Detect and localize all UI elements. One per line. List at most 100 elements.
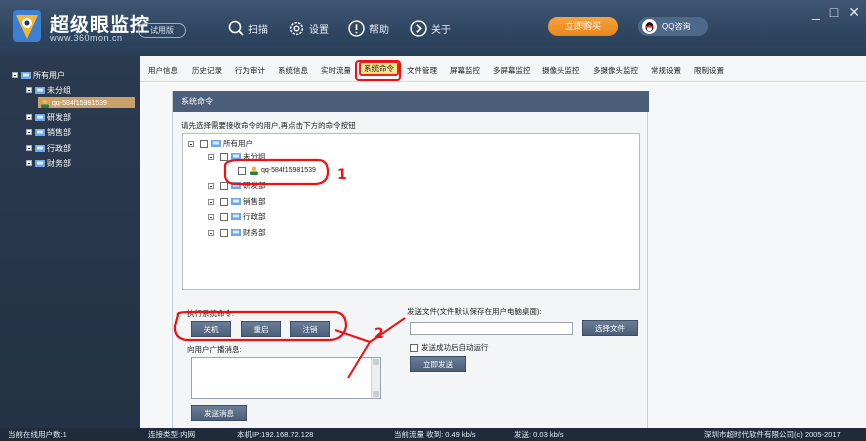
checkbox[interactable]	[200, 139, 208, 148]
tab-system-info[interactable]: 系统信息	[278, 65, 308, 76]
sidebar-item-rnd[interactable]: 研发部	[26, 111, 71, 123]
main-content: 用户信息 历史记录 行为审计 系统信息 实时流量 系统命令 文件管理 屏幕监控 …	[140, 56, 866, 428]
send-message-button[interactable]: 发送消息	[191, 405, 247, 421]
tree-node-label: 所有用户	[223, 139, 253, 148]
tree-node-finance[interactable]: 财务部	[208, 227, 266, 238]
checkbox[interactable]	[220, 152, 228, 161]
tree-node-sales[interactable]: 销售部	[208, 196, 266, 207]
tree-node-admin[interactable]: 行政部	[208, 211, 266, 222]
buy-now-button[interactable]: 立即购买	[548, 17, 618, 36]
tree-node-rnd[interactable]: 研发部	[208, 180, 266, 191]
restart-button[interactable]: 重启	[241, 321, 281, 337]
status-bar: 当前在线用户数:1 连接类型:内网 本机IP:192.168.72.128 当前…	[0, 428, 866, 441]
tree-node-label: 未分组	[243, 152, 266, 161]
collapse-toggle[interactable]	[188, 140, 194, 147]
shutdown-button[interactable]: 关机	[191, 321, 231, 337]
tab-realtime-traffic[interactable]: 实时流量	[321, 65, 351, 76]
checkbox[interactable]	[238, 166, 246, 175]
tree-node-label: 研发部	[243, 181, 266, 190]
nav-settings[interactable]: 设置	[288, 18, 329, 38]
checkbox[interactable]	[220, 212, 228, 221]
close-button[interactable]: ✕	[848, 4, 860, 21]
tab-history[interactable]: 历史记录	[192, 65, 222, 76]
group-icon	[35, 113, 45, 121]
tab-general-settings[interactable]: 常规设置	[651, 65, 681, 76]
nav-scan[interactable]: 扫描	[228, 18, 268, 38]
scrollbar[interactable]	[371, 358, 380, 398]
minimize-button[interactable]: _	[812, 4, 820, 21]
nav-help-label: 帮助	[369, 24, 389, 36]
sidebar-item-all-users[interactable]: 所有用户	[12, 69, 65, 81]
broadcast-label: 向用户广播消息:	[187, 345, 242, 354]
sidebar-item-ungrouped[interactable]: 未分组	[26, 84, 71, 96]
online-users-count: 当前在线用户数:1	[8, 430, 67, 439]
nav-scan-label: 扫描	[248, 24, 268, 36]
expand-toggle[interactable]	[208, 198, 214, 205]
instruction-text: 请先选择需要接收命令的用户,再点击下方的命令按钮	[181, 121, 356, 130]
expand-toggle[interactable]	[208, 213, 214, 220]
expand-toggle[interactable]	[26, 114, 32, 120]
collapse-toggle[interactable]	[208, 153, 214, 160]
tree-node-all-users[interactable]: 所有用户	[188, 138, 253, 149]
broadcast-message-input[interactable]	[191, 357, 381, 399]
sidebar-item-sales[interactable]: 销售部	[26, 126, 71, 138]
tab-restriction-settings[interactable]: 限制设置	[694, 65, 724, 76]
user-select-tree: 所有用户 未分组 qq-584f15981539 研发部 销售部 行政部 财务部	[182, 133, 640, 290]
sidebar-item-label: 研发部	[47, 112, 71, 122]
autorun-checkbox[interactable]	[410, 343, 418, 352]
tab-screen-monitor[interactable]: 屏幕监控	[450, 65, 480, 76]
collapse-toggle[interactable]	[12, 72, 18, 78]
file-path-input[interactable]	[410, 322, 573, 335]
tree-node-ungrouped[interactable]: 未分组	[208, 151, 266, 162]
trial-badge: 试用版	[138, 23, 186, 38]
expand-toggle[interactable]	[208, 182, 214, 189]
sidebar-item-label: 行政部	[47, 143, 71, 153]
nav-settings-label: 设置	[309, 24, 329, 36]
local-ip: 本机IP:192.168.72.128	[237, 430, 314, 439]
group-icon	[231, 153, 241, 160]
autorun-option[interactable]: 发送成功后自动运行	[410, 342, 489, 353]
sidebar-item-admin[interactable]: 行政部	[26, 142, 71, 154]
expand-toggle[interactable]	[26, 145, 32, 151]
sidebar-item-user[interactable]: qq-584f15981539	[40, 97, 107, 109]
nav-help[interactable]: 帮助	[348, 18, 389, 38]
logoff-button[interactable]: 注销	[290, 321, 330, 337]
window-controls: _ □ ✕	[812, 4, 860, 21]
feature-tabbar: 用户信息 历史记录 行为审计 系统信息 实时流量 系统命令 文件管理 屏幕监控 …	[140, 56, 866, 82]
user-icon	[41, 99, 49, 108]
user-icon	[250, 166, 258, 175]
nav-about[interactable]: 关于	[410, 18, 451, 38]
group-icon	[21, 71, 31, 79]
annotation-number-1: 1	[337, 167, 347, 183]
sidebar-item-finance[interactable]: 财务部	[26, 157, 71, 169]
sidebar-item-label: 财务部	[47, 158, 71, 168]
choose-file-button[interactable]: 选择文件	[582, 320, 638, 336]
sidebar-item-label: qq-584f15981539	[52, 99, 107, 107]
tab-file-management[interactable]: 文件管理	[407, 65, 437, 76]
expand-toggle[interactable]	[26, 160, 32, 166]
expand-toggle[interactable]	[26, 129, 32, 135]
tab-audit[interactable]: 行为审计	[235, 65, 265, 76]
checkbox[interactable]	[220, 181, 228, 190]
traffic-received: 当前流量 收到: 0.49 kb/s	[394, 430, 476, 439]
tab-system-commands[interactable]: 系统命令	[359, 61, 399, 76]
collapse-toggle[interactable]	[26, 87, 32, 93]
checkbox[interactable]	[220, 228, 228, 237]
info-icon	[348, 19, 365, 37]
group-icon	[231, 229, 241, 236]
tree-node-user[interactable]: qq-584f15981539	[238, 165, 316, 176]
send-now-button[interactable]: 立即发送	[410, 356, 466, 372]
tab-camera-monitor[interactable]: 摄像头监控	[542, 65, 580, 76]
tab-user-info[interactable]: 用户信息	[148, 65, 178, 76]
expand-toggle[interactable]	[208, 229, 214, 236]
maximize-button[interactable]: □	[830, 4, 838, 21]
qq-consult-button[interactable]: QQ咨询	[638, 17, 708, 36]
tab-multi-screen[interactable]: 多屏幕监控	[493, 65, 531, 76]
exec-command-label: 执行系统命令:	[187, 309, 235, 318]
checkbox[interactable]	[220, 197, 228, 206]
tree-node-label: 行政部	[243, 212, 266, 221]
connection-type: 连接类型:内网	[148, 430, 196, 439]
traffic-sent: 发送: 0.03 kb/s	[514, 430, 564, 439]
penguin-icon	[642, 19, 657, 34]
tab-multi-camera[interactable]: 多摄像头监控	[593, 65, 638, 76]
